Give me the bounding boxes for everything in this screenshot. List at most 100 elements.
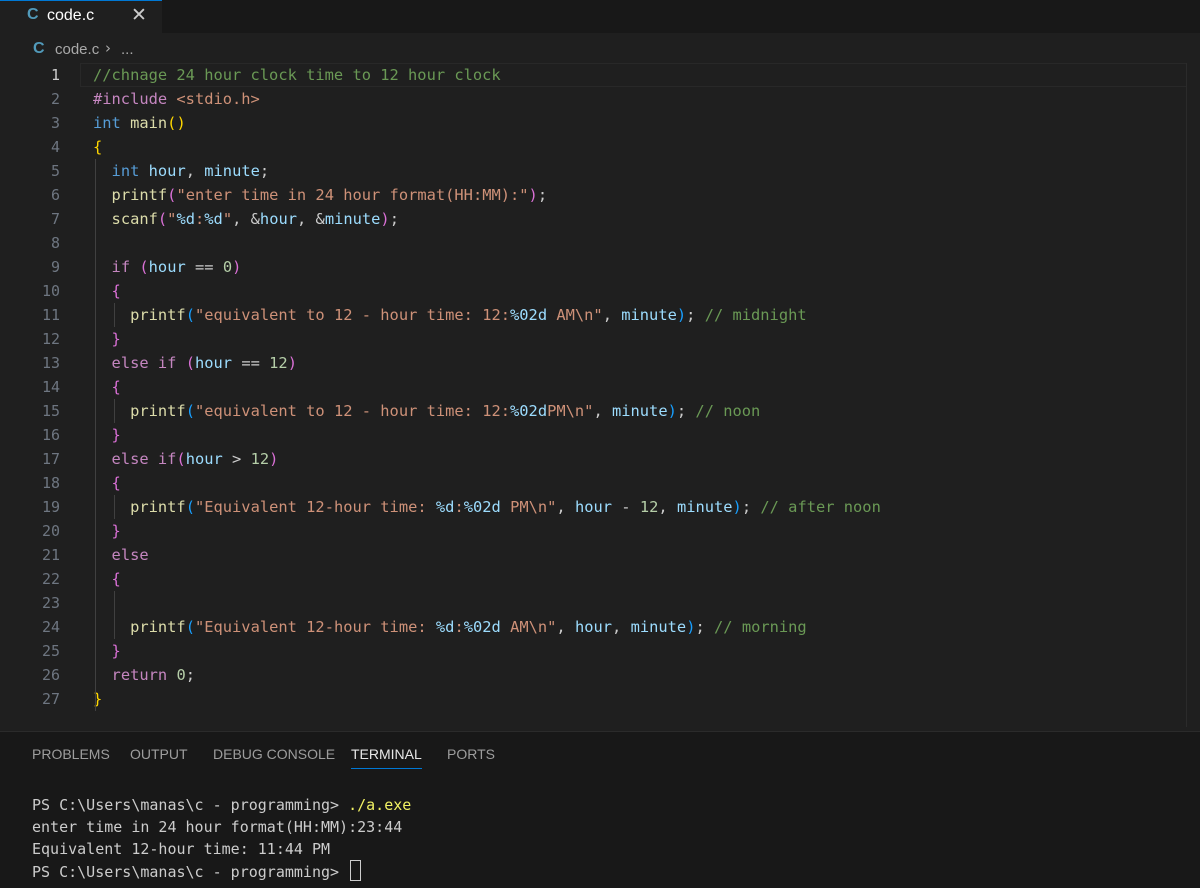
code-line[interactable]: 3 int main() [0, 111, 1200, 135]
code-token: 0 [176, 666, 186, 684]
code-line[interactable]: 24 printf("Equivalent 12-hour time: %d:%… [0, 615, 1200, 639]
line-number: 12 [41, 330, 60, 348]
code-token: - [612, 498, 640, 516]
line-number: 22 [41, 570, 60, 588]
code-text: } [93, 519, 121, 543]
code-text: printf("Equivalent 12-hour time: %d:%02d… [93, 615, 807, 639]
tab-terminal[interactable]: TERMINAL [351, 746, 422, 769]
code-token: // noon [695, 402, 761, 420]
code-token: ) [732, 498, 742, 516]
code-line[interactable]: 26 return 0; [0, 663, 1200, 687]
code-editor[interactable]: 1 //chnage 24 hour clock time to 12 hour … [0, 63, 1200, 727]
code-text: printf("equivalent to 12 - hour time: 12… [93, 303, 807, 327]
code-line[interactable]: 16 } [0, 423, 1200, 447]
code-token: , [602, 306, 622, 324]
code-line[interactable]: 11 printf("equivalent to 12 - hour time:… [0, 303, 1200, 327]
line-number: 27 [41, 690, 60, 708]
code-token: , [556, 498, 575, 516]
tab-ports[interactable]: PORTS [447, 746, 495, 762]
breadcrumb-file[interactable]: code.c [55, 41, 99, 58]
terminal-cursor [350, 860, 362, 881]
code-line[interactable]: 2 #include <stdio.h> [0, 87, 1200, 111]
code-token: #include [93, 90, 177, 108]
code-token: > [222, 450, 251, 468]
line-number: 23 [41, 594, 60, 612]
code-token: 12 [639, 498, 659, 516]
code-text: else if (hour == 12) [93, 351, 297, 375]
line-number: 4 [50, 138, 60, 156]
code-line[interactable]: 22 { [0, 567, 1200, 591]
line-number: 18 [41, 474, 60, 492]
code-token: : [195, 210, 205, 228]
code-token: ; [259, 162, 270, 180]
code-token: ; [537, 186, 548, 204]
line-number: 11 [41, 306, 60, 324]
code-token: minute [324, 210, 381, 228]
code-token: ( [185, 354, 195, 372]
code-line[interactable]: 5 int hour, minute; [0, 159, 1200, 183]
code-line[interactable]: 23 [0, 591, 1200, 615]
code-line[interactable]: 1 //chnage 24 hour clock time to 12 hour … [0, 63, 1200, 87]
code-line[interactable]: 25 } [0, 639, 1200, 663]
code-token: { [111, 570, 121, 588]
tab-debug-console[interactable]: DEBUG CONSOLE [213, 746, 335, 762]
code-token: //chnage 24 hour clock time to 12 hour c… [93, 66, 501, 84]
code-line[interactable]: 27} [0, 687, 1200, 711]
code-text: { [93, 567, 121, 591]
code-line[interactable]: 12 } [0, 327, 1200, 351]
editor-scrollbar[interactable] [1186, 63, 1200, 727]
code-token: } [111, 330, 121, 348]
code-line[interactable]: 15 printf("equivalent to 12 - hour time:… [0, 399, 1200, 423]
code-line[interactable]: 19 printf("Equivalent 12-hour time: %d:%… [0, 495, 1200, 519]
code-line[interactable]: 21 else [0, 543, 1200, 567]
terminal-line: PS C:\Users\manas\c - programming> ./a.e… [32, 794, 411, 816]
code-token: ) [667, 402, 677, 420]
code-token: , [658, 498, 677, 516]
code-token: ) [380, 210, 390, 228]
terminal-input-line[interactable]: PS C:\Users\manas\c - programming> [32, 860, 362, 883]
code-token: ( [185, 306, 195, 324]
code-line[interactable]: 7 scanf("%d:%d", &hour, &minute); [0, 207, 1200, 231]
code-token: PM\n" [500, 498, 557, 516]
code-line[interactable]: 8 [0, 231, 1200, 255]
code-token: "enter time in 24 hour format(HH:MM):" [176, 186, 529, 204]
code-text: } [93, 327, 121, 351]
code-token: ) [287, 354, 297, 372]
terminal-prompt: PS C:\Users\manas\c - programming> [32, 863, 349, 881]
tab-problems[interactable]: PROBLEMS [32, 746, 110, 762]
code-token: } [111, 642, 121, 660]
line-number: 25 [41, 642, 60, 660]
tab-output[interactable]: OUTPUT [130, 746, 188, 762]
breadcrumb: C code.c › ... [0, 33, 1200, 63]
code-token: { [111, 282, 121, 300]
line-number: 8 [50, 234, 60, 252]
code-token: minute [676, 498, 733, 516]
code-line[interactable]: 17 else if(hour > 12) [0, 447, 1200, 471]
line-number: 2 [50, 90, 60, 108]
code-token: , [593, 402, 612, 420]
code-line[interactable]: 9 if (hour == 0) [0, 255, 1200, 279]
line-number: 3 [50, 114, 60, 132]
code-line[interactable]: 10 { [0, 279, 1200, 303]
code-line[interactable]: 14 { [0, 375, 1200, 399]
code-text: } [93, 423, 121, 447]
code-line[interactable]: 6 printf("enter time in 24 hour format(H… [0, 183, 1200, 207]
line-number: 24 [41, 618, 60, 636]
code-token: int [93, 114, 121, 132]
close-icon[interactable]: ✕ [131, 4, 147, 26]
code-token: %02d [463, 618, 501, 636]
code-line[interactable]: 18 { [0, 471, 1200, 495]
code-token: ( [157, 210, 168, 228]
code-token: AM\n" [547, 306, 603, 324]
terminal-command: ./a.exe [348, 796, 412, 814]
code-text: return 0; [93, 663, 195, 687]
code-line[interactable]: 20 } [0, 519, 1200, 543]
code-line[interactable]: 13 else if (hour == 12) [0, 351, 1200, 375]
code-token: "Equivalent 12-hour time: [194, 498, 436, 516]
c-file-icon: C [33, 40, 45, 57]
code-line[interactable]: 4{ [0, 135, 1200, 159]
tab-code-c[interactable]: C code.c ✕ [0, 0, 162, 33]
breadcrumb-symbols[interactable]: ... [121, 41, 134, 58]
code-token: : [454, 618, 464, 636]
